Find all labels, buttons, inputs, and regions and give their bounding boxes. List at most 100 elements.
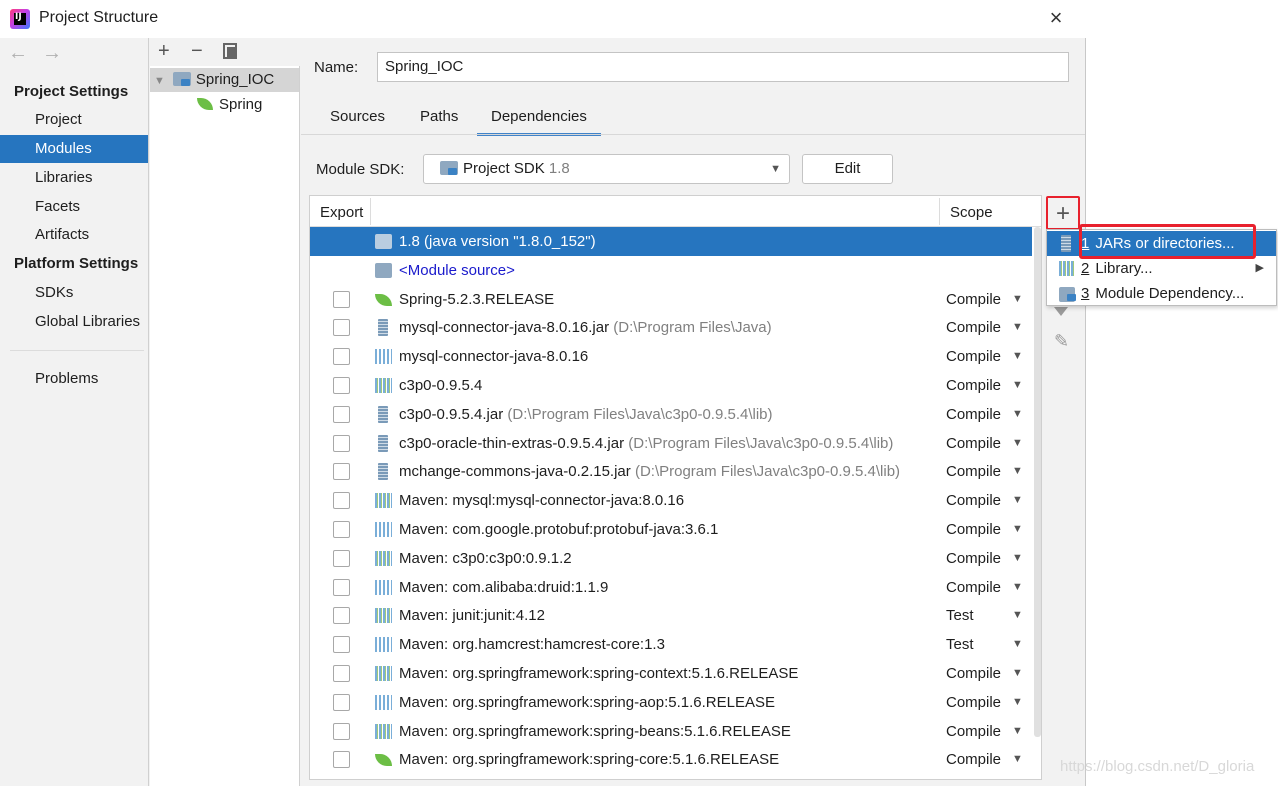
table-row[interactable]: c3p0-0.9.5.4 Compile ▼ [310, 371, 1032, 400]
table-row[interactable]: <Module source> [310, 256, 1032, 285]
add-dependency-button[interactable]: + [1046, 196, 1080, 230]
scope-select[interactable]: Compile [946, 457, 1001, 486]
table-row[interactable]: Maven: com.google.protobuf:protobuf-java… [310, 515, 1032, 544]
chevron-down-icon[interactable]: ▼ [1012, 573, 1023, 602]
chevron-down-icon[interactable]: ▼ [1012, 601, 1023, 630]
scope-select[interactable]: Compile [946, 285, 1001, 314]
chevron-down-icon[interactable]: ▼ [1012, 400, 1023, 429]
tree-item-spring-facet[interactable]: Spring [197, 93, 262, 117]
module-sdk-select[interactable]: Project SDK 1.8 ▼ [423, 154, 790, 184]
edit-pencil-icon[interactable]: ✎ [1054, 331, 1069, 352]
table-row[interactable]: Maven: com.alibaba:druid:1.1.9 Compile ▼ [310, 573, 1032, 602]
export-checkbox[interactable] [333, 434, 350, 452]
scope-select[interactable]: Compile [946, 342, 1001, 371]
export-checkbox[interactable] [333, 722, 350, 740]
tab-dependencies[interactable]: Dependencies [477, 108, 601, 136]
tab-paths[interactable]: Paths [420, 108, 458, 136]
scope-select[interactable]: Compile [946, 717, 1001, 746]
tab-sources[interactable]: Sources [330, 108, 385, 136]
table-row[interactable]: Maven: junit:junit:4.12 Test ▼ [310, 601, 1032, 630]
nav-item-artifacts[interactable]: Artifacts [0, 221, 148, 249]
chevron-down-icon[interactable]: ▼ [1012, 371, 1023, 400]
scope-select[interactable]: Compile [946, 544, 1001, 573]
scope-select[interactable]: Compile [946, 371, 1001, 400]
chevron-down-icon[interactable]: ▼ [1012, 429, 1023, 458]
table-row[interactable]: Maven: org.hamcrest:hamcrest-core:1.3 Tes… [310, 630, 1032, 659]
header-export[interactable]: Export [320, 196, 363, 227]
export-checkbox[interactable] [333, 290, 350, 308]
table-row[interactable]: Maven: org.springframework:spring-core:5… [310, 745, 1032, 774]
export-checkbox[interactable] [333, 693, 350, 711]
export-checkbox[interactable] [333, 492, 350, 510]
edit-sdk-button[interactable]: Edit [802, 154, 893, 184]
add-module-button[interactable]: + [158, 38, 170, 64]
table-row[interactable]: Spring-5.2.3.RELEASE Compile ▼ [310, 285, 1032, 314]
back-arrow-icon[interactable]: ← [8, 42, 28, 64]
nav-item-libraries[interactable]: Libraries [0, 164, 148, 192]
chevron-down-icon[interactable]: ▼ [1012, 457, 1023, 486]
chevron-down-icon[interactable]: ▼ [1012, 630, 1023, 659]
table-row[interactable]: Maven: org.springframework:spring-beans:… [310, 717, 1032, 746]
chevron-down-icon[interactable]: ▼ [1012, 313, 1023, 342]
export-checkbox[interactable] [333, 607, 350, 625]
copy-icon[interactable] [223, 43, 238, 59]
scope-select[interactable]: Compile [946, 688, 1001, 717]
nav-item-sdks[interactable]: SDKs [0, 279, 148, 307]
export-checkbox[interactable] [333, 521, 350, 538]
chevron-down-icon[interactable]: ▼ [1012, 515, 1023, 544]
chevron-down-icon[interactable]: ▼ [1012, 486, 1023, 515]
scope-select[interactable]: Compile [946, 400, 1001, 429]
module-name-input[interactable]: Spring_IOC [377, 52, 1069, 82]
scope-select[interactable]: Compile [946, 486, 1001, 515]
forward-arrow-icon[interactable]: → [42, 42, 62, 64]
chevron-down-icon[interactable]: ▼ [1012, 688, 1023, 717]
chevron-down-icon[interactable]: ▼ [1012, 659, 1023, 688]
table-row[interactable]: c3p0-oracle-thin-extras-0.9.5.4.jar (D:\… [310, 429, 1032, 458]
export-checkbox[interactable] [333, 549, 350, 567]
nav-item-facets[interactable]: Facets [0, 193, 148, 221]
export-checkbox[interactable] [333, 636, 350, 654]
table-row[interactable]: mysql-connector-java-8.0.16 Compile ▼ [310, 342, 1032, 371]
tree-item-spring-ioc[interactable]: ▼ Spring_IOC [150, 68, 299, 92]
chevron-down-icon[interactable]: ▼ [1012, 544, 1023, 573]
export-checkbox[interactable] [333, 578, 350, 596]
export-checkbox[interactable] [333, 751, 350, 769]
nav-item-project[interactable]: Project [0, 106, 148, 134]
table-row[interactable]: 1.8 (java version "1.8.0_152") [310, 227, 1032, 256]
menu-item-library[interactable]: 2 Library... ▶ [1047, 256, 1276, 281]
export-checkbox[interactable] [333, 319, 350, 337]
scope-select[interactable]: Compile [946, 659, 1001, 688]
table-row[interactable]: Maven: org.springframework:spring-contex… [310, 659, 1032, 688]
export-checkbox[interactable] [333, 463, 350, 481]
scope-select[interactable]: Compile [946, 573, 1001, 602]
scope-select[interactable]: Compile [946, 313, 1001, 342]
remove-module-button[interactable]: − [191, 38, 203, 64]
table-row[interactable]: mysql-connector-java-8.0.16.jar (D:\Prog… [310, 313, 1032, 342]
chevron-down-icon[interactable]: ▼ [1012, 745, 1023, 774]
export-checkbox[interactable] [333, 405, 350, 423]
export-checkbox[interactable] [333, 348, 350, 366]
chevron-down-icon[interactable]: ▼ [1012, 342, 1023, 371]
export-checkbox[interactable] [333, 377, 350, 394]
table-row[interactable]: Maven: mysql:mysql-connector-java:8.0.16… [310, 486, 1032, 515]
table-row[interactable]: c3p0-0.9.5.4.jar (D:\Program Files\Java\… [310, 400, 1032, 429]
menu-item-module-dependency[interactable]: 3 Module Dependency... [1047, 281, 1276, 306]
nav-item-global-libraries[interactable]: Global Libraries [0, 308, 148, 336]
export-checkbox[interactable] [333, 665, 350, 682]
nav-item-modules[interactable]: Modules [0, 135, 148, 163]
move-down-icon[interactable] [1054, 307, 1068, 316]
expand-arrow-icon[interactable]: ▼ [154, 75, 165, 87]
nav-item-problems[interactable]: Problems [0, 365, 148, 393]
scope-select[interactable]: Compile [946, 745, 1001, 774]
table-row[interactable]: Maven: c3p0:c3p0:0.9.1.2 Compile ▼ [310, 544, 1032, 573]
scope-select[interactable]: Compile [946, 515, 1001, 544]
chevron-down-icon[interactable]: ▼ [1012, 285, 1023, 314]
chevron-down-icon[interactable]: ▼ [1012, 717, 1023, 746]
table-row[interactable]: Maven: org.springframework:spring-aop:5.… [310, 688, 1032, 717]
close-button[interactable]: × [1040, 3, 1072, 35]
table-scrollbar[interactable] [1034, 227, 1041, 737]
scope-select[interactable]: Compile [946, 429, 1001, 458]
table-row[interactable]: mchange-commons-java-0.2.15.jar (D:\Prog… [310, 457, 1032, 486]
scope-select[interactable]: Test [946, 601, 974, 630]
scope-select[interactable]: Test [946, 630, 974, 659]
